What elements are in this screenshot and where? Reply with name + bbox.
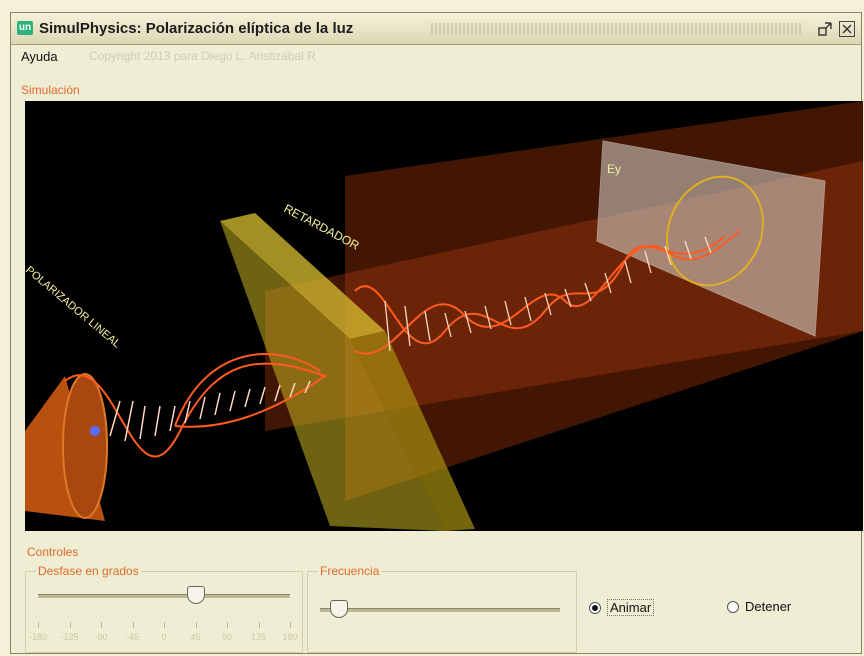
phase-tick-label: -45: [125, 632, 140, 642]
phase-tick-label: 0: [161, 632, 167, 642]
app-window: un SimulPhysics: Polarización elíptica d…: [10, 12, 863, 654]
linear-polarizer-disc: [62, 373, 108, 519]
phase-tick-row: -180 -135 -90 -45 0 45 90 135 180: [29, 622, 298, 646]
phase-tick-mark: [195, 622, 197, 628]
radio-detener-label: Detener: [745, 599, 792, 614]
frequency-group: Frecuencia: [307, 564, 577, 653]
phase-tick-label: -135: [60, 632, 79, 642]
phase-tick-label: 45: [190, 632, 201, 642]
simulation-scene: Ey POLARIZADOR LINEAL RETARDADOR: [25, 101, 863, 531]
polarizer-label: POLARIZADOR LINEAL: [25, 264, 123, 350]
phase-tick-mark: [69, 622, 71, 628]
radio-animar-dot[interactable]: [589, 601, 601, 614]
simulation-group-label: Simulación: [21, 83, 80, 97]
copyright-text: Copyright 2013 para Diego L. Aristizábal…: [89, 49, 316, 63]
window-title: SimulPhysics: Polarización elíptica de l…: [39, 20, 354, 37]
phase-tick-mark: [258, 622, 260, 628]
simulation-canvas[interactable]: Ey POLARIZADOR LINEAL RETARDADOR: [25, 101, 863, 531]
ey-label: Ey: [607, 162, 621, 176]
frequency-slider-track[interactable]: [320, 608, 560, 612]
app-logo-icon: un: [17, 21, 33, 35]
phase-tick-mark: [38, 622, 39, 628]
menu-item-ayuda[interactable]: Ayuda: [21, 49, 58, 64]
phase-tick-label: -90: [94, 632, 108, 642]
frequency-slider-thumb[interactable]: [330, 600, 349, 618]
title-bar[interactable]: un SimulPhysics: Polarización elíptica d…: [11, 13, 861, 45]
restore-icon[interactable]: [817, 21, 833, 37]
phase-tick-label: -180: [28, 632, 48, 642]
phase-tick-mark: [290, 622, 291, 628]
radio-detener[interactable]: Detener: [727, 599, 791, 614]
phase-tick-mark: [164, 622, 165, 628]
phase-tick-label: 180: [282, 632, 298, 642]
phase-tick-label: 90: [221, 632, 233, 642]
phase-slider-track[interactable]: [38, 594, 290, 598]
phase-tick-mark: [132, 622, 134, 628]
phase-tick-mark: [227, 622, 228, 628]
controls-group-label: Controles: [27, 545, 79, 559]
radio-animar[interactable]: Animar: [589, 599, 655, 616]
close-icon[interactable]: [839, 21, 855, 37]
phase-tick-label: 135: [250, 632, 267, 642]
phase-tick-mark: [101, 622, 102, 628]
radio-animar-label: Animar: [607, 599, 655, 616]
menu-bar: Ayuda Copyright 2013 para Diego L. Arist…: [11, 45, 861, 67]
title-bar-grip: [431, 23, 803, 35]
phase-label: Desfase en grados: [36, 564, 141, 578]
frequency-label: Frecuencia: [318, 564, 382, 578]
radio-detener-dot[interactable]: [727, 600, 739, 613]
light-source-point: [90, 426, 100, 436]
phase-slider-thumb[interactable]: [186, 586, 205, 604]
phase-group: Desfase en grados -180 -135 -90 -45 0 45 90 135…: [25, 564, 303, 653]
